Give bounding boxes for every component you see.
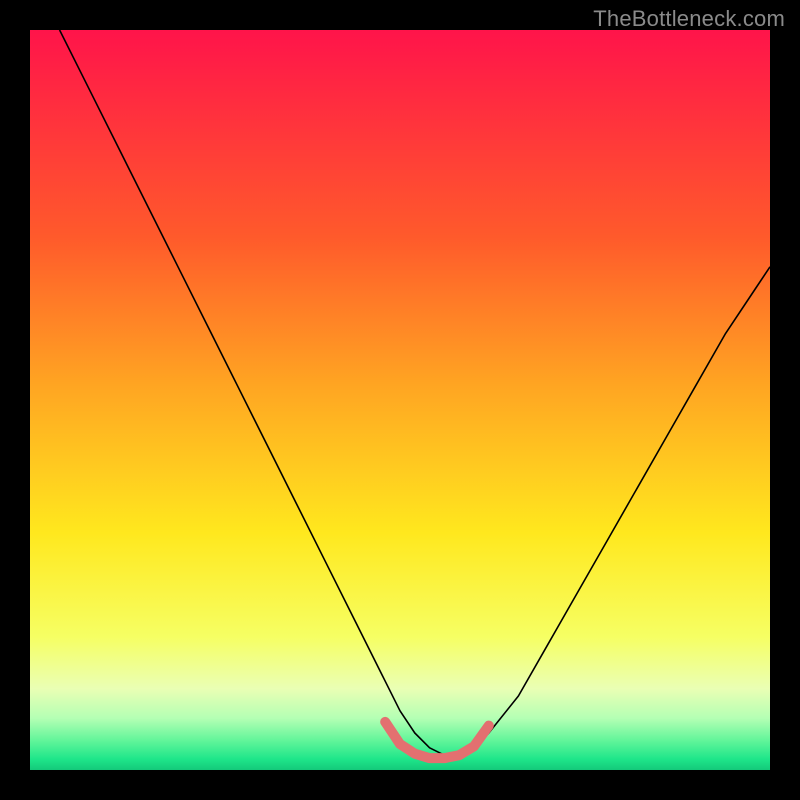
gradient-background [30,30,770,770]
chart-container: TheBottleneck.com [0,0,800,800]
watermark-text: TheBottleneck.com [593,6,785,32]
plot-area [30,30,770,770]
chart-svg [30,30,770,770]
